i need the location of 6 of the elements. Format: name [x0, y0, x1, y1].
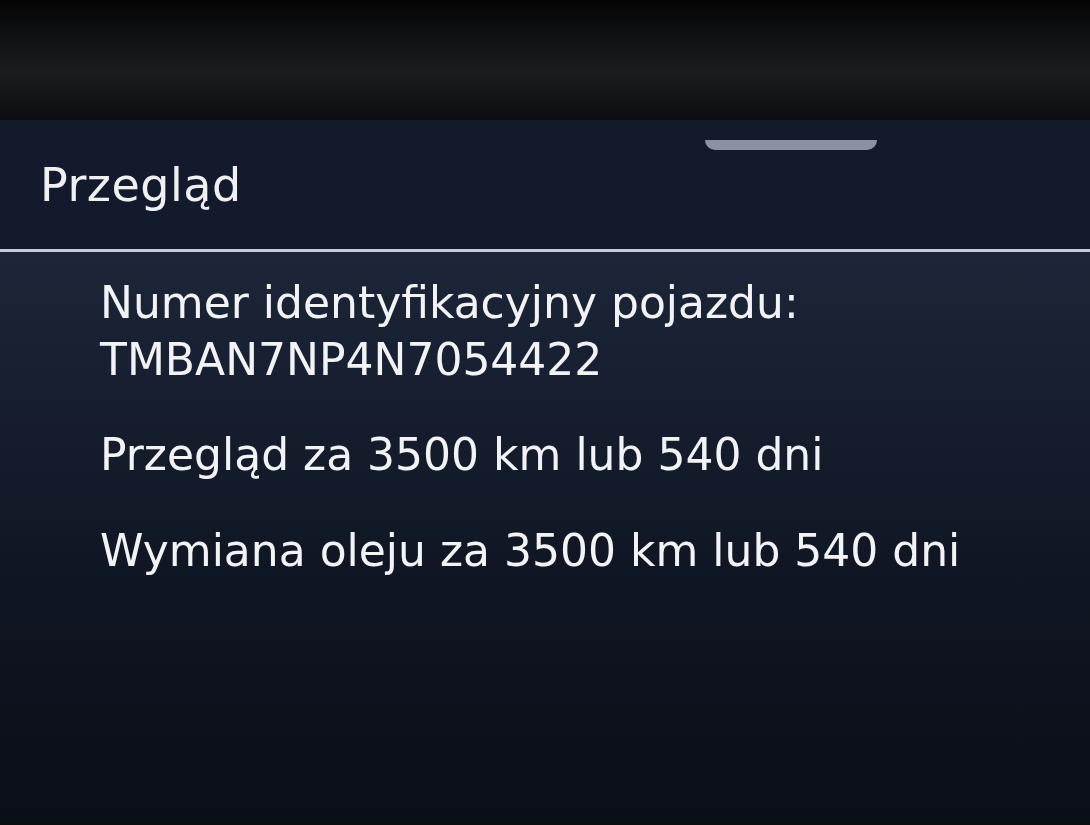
screen-title: Przegląd — [40, 157, 242, 212]
vin-value: TMBAN7NP4N7054422 — [100, 333, 604, 388]
service-notice: Przegląd za 3500 km lub 540 dni — [100, 428, 825, 483]
drag-handle-icon[interactable] — [705, 140, 877, 150]
service-notice: Wymiana oleju za 3500 km lub 540 dni — [100, 523, 962, 578]
vin-label: Numer identyfikacyjny pojazdu: — [100, 276, 800, 330]
